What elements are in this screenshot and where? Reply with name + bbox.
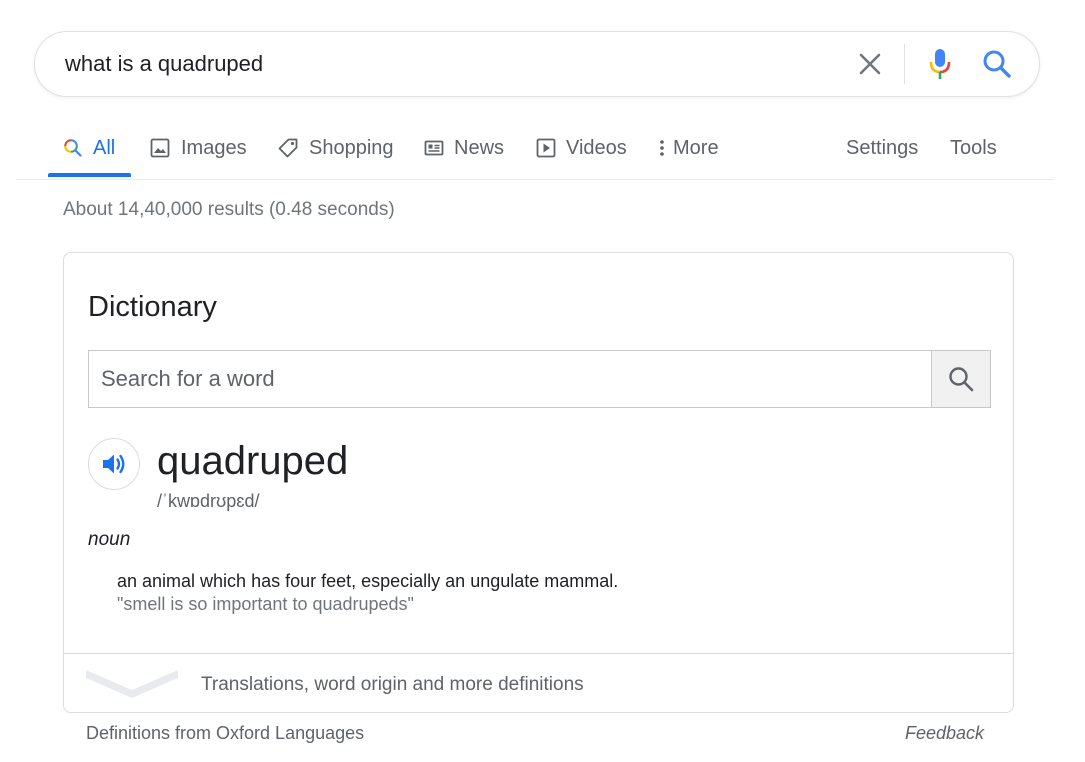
definition-text: an animal which has four feet, especiall…	[117, 571, 619, 591]
dictionary-card: Dictionary quadruped /ˈkwɒdrʊpɛd/ noun a…	[63, 252, 1014, 713]
active-tab-indicator	[48, 173, 131, 177]
word-search-input[interactable]	[89, 351, 931, 407]
search-icon	[63, 138, 83, 158]
example-sentence: "smell is so important to quadrupeds"	[117, 594, 414, 614]
headword: quadruped	[157, 439, 349, 483]
tools-link[interactable]: Tools	[950, 132, 997, 164]
close-icon	[859, 53, 881, 75]
search-icon	[949, 367, 974, 392]
tab-shopping[interactable]: Shopping	[277, 132, 394, 164]
result-stats: About 14,40,000 results (0.48 seconds)	[63, 199, 395, 220]
tab-images[interactable]: Images	[149, 132, 247, 164]
part-of-speech: noun	[88, 529, 131, 550]
more-vert-icon	[657, 138, 667, 158]
tab-label: Shopping	[309, 136, 394, 159]
clear-search-button[interactable]	[855, 49, 885, 79]
tabs-divider	[16, 179, 1054, 180]
play-icon	[536, 138, 556, 158]
feedback-link[interactable]: Feedback	[905, 723, 984, 744]
word-search-button[interactable]	[931, 351, 990, 407]
search-bar[interactable]: what is a quadruped	[34, 31, 1040, 97]
settings-link[interactable]: Settings	[846, 132, 918, 164]
chevron-down-icon	[86, 670, 178, 698]
phonetic-spelling: /ˈkwɒdrʊpɛd/	[157, 491, 260, 511]
more-definitions-label: Translations, word origin and more defin…	[201, 674, 584, 695]
speaker-icon	[103, 454, 125, 474]
search-icon	[983, 50, 1011, 78]
image-icon	[149, 137, 171, 159]
more-definitions-toggle[interactable]: Translations, word origin and more defin…	[64, 653, 1013, 712]
search-query[interactable]: what is a quadruped	[65, 32, 263, 96]
tab-all[interactable]: All	[63, 132, 115, 164]
newspaper-icon	[424, 138, 444, 158]
microphone-icon	[929, 49, 951, 79]
search-bar-divider	[904, 44, 905, 84]
tab-news[interactable]: News	[424, 132, 504, 164]
tab-label: Videos	[566, 136, 627, 159]
tab-label: News	[454, 136, 505, 159]
search-tabs: All Images Shopping News Videos More Set…	[0, 118, 1085, 180]
voice-search-button[interactable]	[925, 47, 955, 81]
tab-more[interactable]: More	[657, 132, 719, 164]
word-search-box	[88, 350, 991, 408]
tab-label: All	[93, 136, 116, 159]
dictionary-source: Definitions from Oxford Languages	[86, 723, 365, 743]
search-submit-button[interactable]	[981, 48, 1013, 80]
dictionary-title: Dictionary	[88, 291, 217, 323]
tab-videos[interactable]: Videos	[536, 132, 627, 164]
pronunciation-audio-button[interactable]	[88, 438, 140, 490]
tab-label: Images	[181, 136, 247, 159]
tab-label: More	[673, 136, 719, 159]
tag-icon	[277, 137, 299, 159]
